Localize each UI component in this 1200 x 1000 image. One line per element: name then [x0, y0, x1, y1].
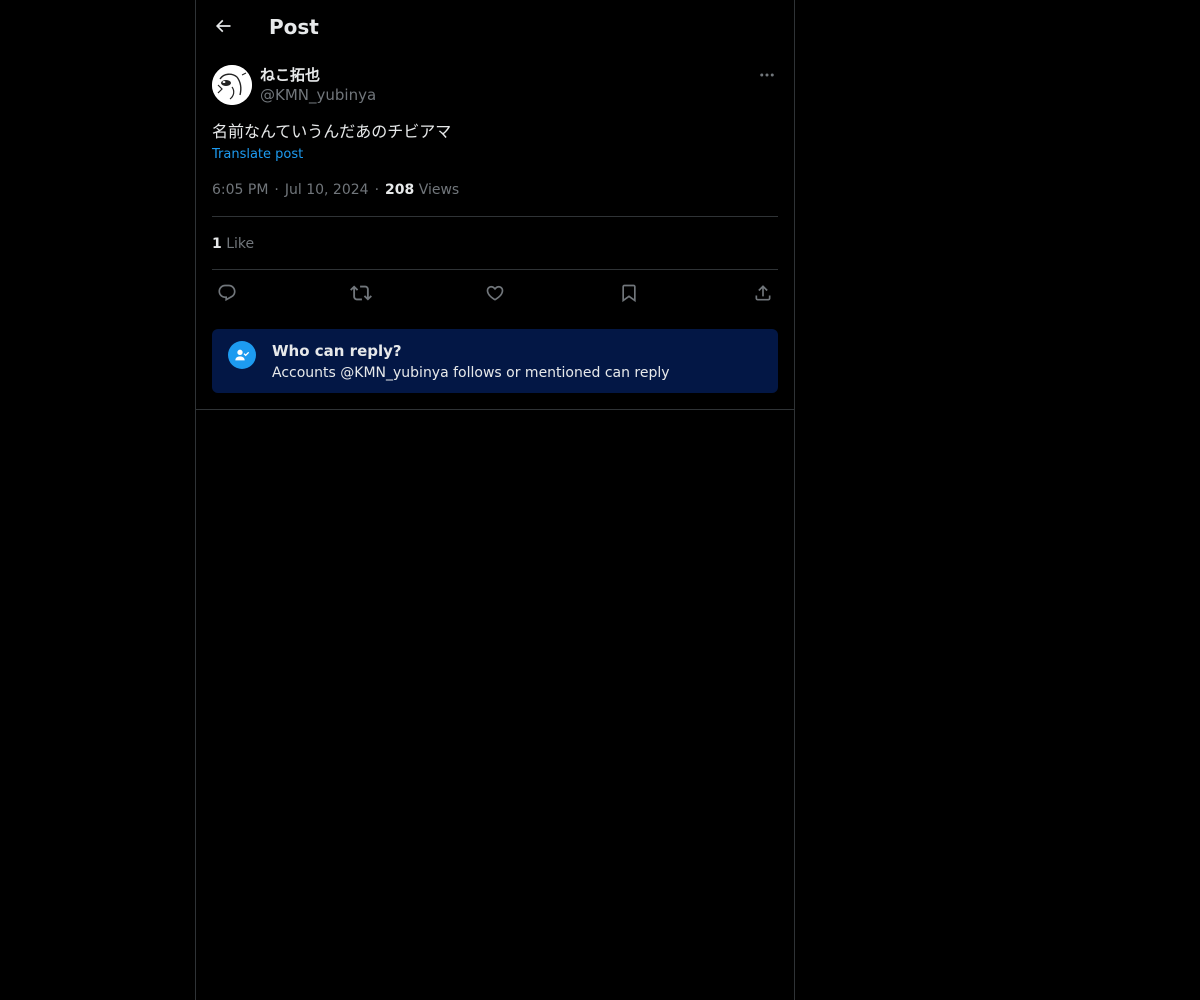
- primary-column: Post ねこ拓也 @KMN_yubinya 名前なんていうんだあのチビアマ T…: [195, 0, 795, 1000]
- post-time[interactable]: 6:05 PM: [212, 182, 268, 198]
- heart-icon: [486, 285, 504, 301]
- bookmark-icon: [622, 284, 636, 303]
- reply-restriction-description: Accounts @KMN_yubinya follows or mention…: [272, 365, 670, 381]
- page-header: Post: [196, 0, 794, 53]
- share-icon: [755, 285, 771, 301]
- post-text: 名前なんていうんだあのチビアマ: [212, 122, 452, 141]
- likes-label: Like: [226, 236, 255, 252]
- avatar[interactable]: [212, 65, 252, 105]
- author-handle[interactable]: @KMN_yubinya: [260, 86, 376, 104]
- more-options-button[interactable]: [756, 64, 778, 86]
- avatar-image: [212, 65, 252, 105]
- more-dots-icon: [760, 73, 774, 77]
- post-meta: 6:05 PM · Jul 10, 2024 · 208 Views: [212, 180, 459, 200]
- meta-separator: ·: [274, 182, 279, 198]
- meta-separator: ·: [374, 182, 380, 198]
- divider: [212, 269, 778, 270]
- action-bar: [212, 280, 778, 306]
- arrow-left-icon: [215, 19, 231, 33]
- back-button[interactable]: [208, 11, 238, 41]
- views-label: Views: [418, 182, 460, 198]
- reply-button[interactable]: [212, 280, 242, 306]
- user-check-icon: [228, 341, 256, 369]
- divider: [196, 409, 794, 410]
- post-date[interactable]: Jul 10, 2024: [285, 182, 369, 198]
- bookmark-button[interactable]: [614, 280, 644, 306]
- like-button[interactable]: [480, 280, 510, 306]
- share-button[interactable]: [748, 280, 778, 306]
- user-check-glyph: [235, 349, 250, 361]
- reply-restriction-title: Who can reply?: [272, 342, 402, 360]
- author-display-name[interactable]: ねこ拓也: [260, 66, 320, 84]
- repost-button[interactable]: [346, 280, 376, 306]
- reply-restriction-notice: Who can reply? Accounts @KMN_yubinya fol…: [212, 329, 778, 393]
- translate-post-link[interactable]: Translate post: [212, 146, 303, 164]
- reply-icon: [218, 284, 236, 302]
- page-title: Post: [269, 15, 319, 39]
- likes-count: 1: [212, 236, 222, 252]
- views-count: 208: [385, 182, 415, 198]
- divider: [212, 216, 778, 217]
- likes-link[interactable]: 1 Like: [212, 234, 254, 254]
- repost-icon: [350, 285, 372, 301]
